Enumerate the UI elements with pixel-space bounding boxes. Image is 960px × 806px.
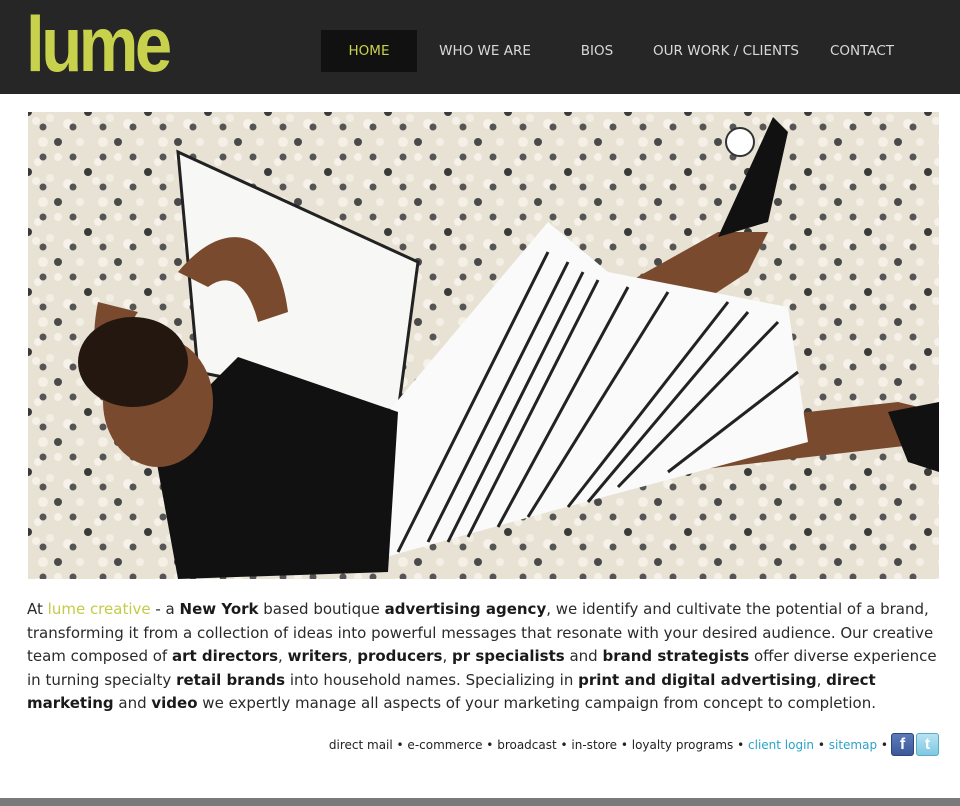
nav-home[interactable]: HOME [321, 30, 417, 72]
twitter-icon[interactable]: t [916, 733, 939, 756]
facebook-icon[interactable]: f [891, 733, 914, 756]
nav-our-work-clients[interactable]: OUR WORK / CLIENTS [641, 30, 811, 72]
nav-contact[interactable]: CONTACT [811, 30, 913, 72]
client-login-link[interactable]: client login [748, 738, 814, 752]
hero-photo [28, 112, 939, 579]
services-list: direct mail • e-commerce • broadcast • i… [328, 738, 749, 752]
nav-who-we-are[interactable]: WHO WE ARE [417, 30, 553, 72]
footer-links: direct mail • e-commerce • broadcast • i… [328, 738, 888, 752]
main-nav: HOME WHO WE ARE BIOS OUR WORK / CLIENTS … [321, 30, 913, 72]
sitemap-link[interactable]: sitemap [829, 738, 877, 752]
hero-image [28, 112, 939, 579]
site-header: lume HOME WHO WE ARE BIOS OUR WORK / CLI… [0, 0, 960, 94]
bottom-bar [0, 798, 960, 806]
intro-paragraph: At lume creative - a New York based bout… [27, 600, 937, 713]
lume-logo[interactable]: lume [26, 4, 172, 84]
nav-bios[interactable]: BIOS [553, 30, 641, 72]
brand-name: lume creative [47, 600, 151, 618]
